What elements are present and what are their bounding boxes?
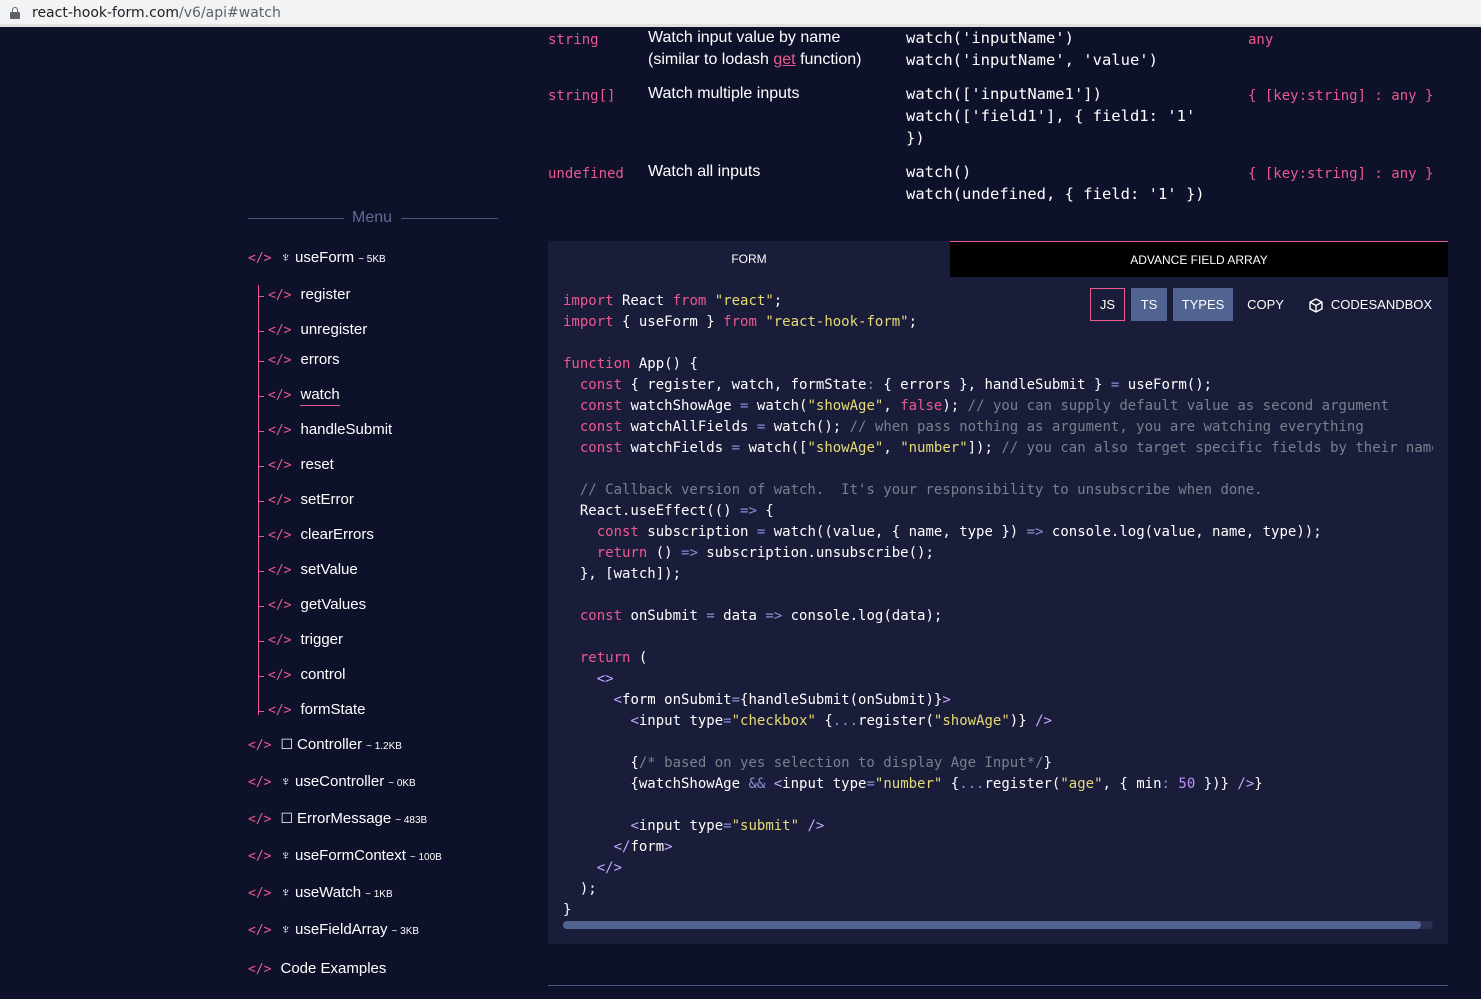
divider [401, 218, 498, 219]
tree-branch [258, 641, 264, 642]
hook-icon: ♆ [280, 884, 291, 900]
lodash-get-link[interactable]: get [773, 51, 795, 68]
sidebar-item-register[interactable]: </> register [268, 286, 351, 303]
param-return: { [key:string] : any } [1248, 88, 1434, 104]
code-tag-icon: </> [248, 923, 272, 938]
code-tag-icon: </> [268, 458, 292, 473]
hook-icon: ♆ [280, 249, 291, 265]
sidebar-item-getvalues[interactable]: </> getValues [268, 596, 366, 613]
code-tag-icon: </> [268, 493, 292, 508]
param-type: undefined [548, 166, 624, 182]
code-tag-icon: </> [268, 423, 292, 438]
code-tag-icon: </> [268, 668, 292, 683]
param-description: Watch input value by name (similar to lo… [648, 29, 862, 68]
url-text[interactable]: react-hook-form.com/v6/api#watch [32, 5, 281, 21]
param-example: watch('inputName') watch('inputName', 'v… [906, 29, 1158, 69]
codesandbox-button[interactable]: CODESANDBOX [1308, 288, 1433, 321]
tab-form[interactable]: FORM [548, 241, 950, 277]
tree-branch [258, 606, 264, 607]
tree-branch [258, 331, 264, 332]
component-icon: ☐ [280, 736, 294, 752]
component-icon: ☐ [280, 810, 294, 826]
tree-branch [258, 466, 264, 467]
menu-item-usewatch[interactable]: </> ♆ useWatch ~ 1KB [248, 884, 393, 901]
menu-item-usefieldarray[interactable]: </> ♆ useFieldArray ~ 3KB [248, 921, 419, 938]
code-tag-icon: </> [248, 738, 272, 753]
sidebar-item-unregister[interactable]: </> unregister [268, 321, 367, 338]
param-type: string [548, 32, 599, 48]
sidebar-item-clearerrors[interactable]: </> clearErrors [268, 526, 374, 543]
sidebar-item-reset[interactable]: </> reset [268, 456, 334, 473]
tree-branch [258, 571, 264, 572]
tree-branch [258, 711, 264, 712]
menu-item-controller[interactable]: </> ☐ Controller ~ 1.2KB [248, 736, 402, 753]
hook-icon: ♆ [280, 773, 291, 789]
tree-branch [258, 361, 264, 362]
code-block: import React from "react"; import { useF… [563, 293, 1433, 918]
divider [248, 218, 344, 219]
tree-branch [258, 676, 264, 677]
tree-branch [258, 536, 264, 537]
sidebar-item-watch[interactable]: </> watch [268, 386, 340, 406]
param-example: watch() watch(undefined, { field: '1' }) [906, 163, 1205, 203]
code-toolbar: JS TS TYPES COPY CODESANDBOX [548, 288, 1448, 321]
hook-icon: ♆ [280, 847, 291, 863]
sidebar-item-setvalue[interactable]: </> setValue [268, 561, 358, 578]
code-tag-icon: </> [248, 812, 272, 827]
sidebar-item-errors[interactable]: </> errors [268, 351, 340, 368]
sidebar-item-control[interactable]: </> control [268, 666, 346, 683]
code-tag-icon: </> [268, 528, 292, 543]
tree-branch [258, 296, 264, 297]
submenu-tree-line [258, 285, 259, 715]
scrollbar-thumb[interactable] [563, 921, 1421, 929]
code-tag-icon: </> [248, 251, 272, 266]
code-example-panel: FORM ADVANCE FIELD ARRAY import React fr… [548, 241, 1448, 944]
sidebar-item-seterror[interactable]: </> setError [268, 491, 354, 508]
tree-branch [258, 501, 264, 502]
divider [548, 985, 1448, 986]
code-tabs: FORM ADVANCE FIELD ARRAY [548, 241, 1448, 277]
tree-branch [258, 431, 264, 432]
horizontal-scrollbar[interactable] [563, 921, 1433, 929]
code-tag-icon: </> [268, 288, 292, 303]
param-example: watch(['inputName1']) watch(['field1'], … [906, 85, 1196, 147]
code-tag-icon: </> [268, 353, 292, 368]
menu-item-useform[interactable]: </> ♆ useForm ~ 5KB [248, 249, 386, 266]
menu-item-errormessage[interactable]: </> ☐ ErrorMessage ~ 483B [248, 810, 427, 827]
menu-item-usecontroller[interactable]: </> ♆ useController ~ 0KB [248, 773, 416, 790]
code-tag-icon: </> [248, 849, 272, 864]
tree-branch [258, 396, 264, 397]
ts-button[interactable]: TS [1131, 288, 1167, 321]
code-tag-icon: </> [268, 703, 292, 718]
param-description: Watch multiple inputs [648, 85, 800, 102]
param-return: { [key:string] : any } [1248, 166, 1434, 182]
browser-address-bar[interactable]: react-hook-form.com/v6/api#watch [0, 0, 1481, 27]
types-button[interactable]: TYPES [1173, 288, 1233, 321]
param-return: any [1248, 32, 1274, 48]
sidebar-item-handlesubmit[interactable]: </> handleSubmit [268, 421, 392, 438]
param-description: Watch all inputs [648, 163, 761, 180]
code-tag-icon: </> [268, 633, 292, 648]
code-tag-icon: </> [268, 563, 292, 578]
tab-advance-field-array[interactable]: ADVANCE FIELD ARRAY [950, 241, 1448, 277]
menu-item-code-examples[interactable]: </> Code Examples [248, 960, 386, 977]
code-tag-icon: </> [268, 598, 292, 613]
menu-heading: Menu [248, 208, 498, 228]
code-tag-icon: </> [268, 323, 292, 338]
js-button[interactable]: JS [1090, 288, 1125, 321]
code-tag-icon: </> [248, 775, 272, 790]
code-tag-icon: </> [268, 388, 292, 403]
hook-icon: ♆ [280, 921, 291, 937]
code-tag-icon: </> [248, 962, 272, 977]
menu-item-useformcontext[interactable]: </> ♆ useFormContext ~ 100B [248, 847, 442, 864]
copy-button[interactable]: COPY [1243, 288, 1288, 321]
sidebar-item-trigger[interactable]: </> trigger [268, 631, 343, 648]
code-tag-icon: </> [248, 886, 272, 901]
sidebar-item-formstate[interactable]: </> formState [268, 701, 366, 718]
param-type: string[] [548, 88, 616, 104]
codesandbox-icon [1309, 297, 1323, 313]
lock-icon [10, 7, 20, 19]
